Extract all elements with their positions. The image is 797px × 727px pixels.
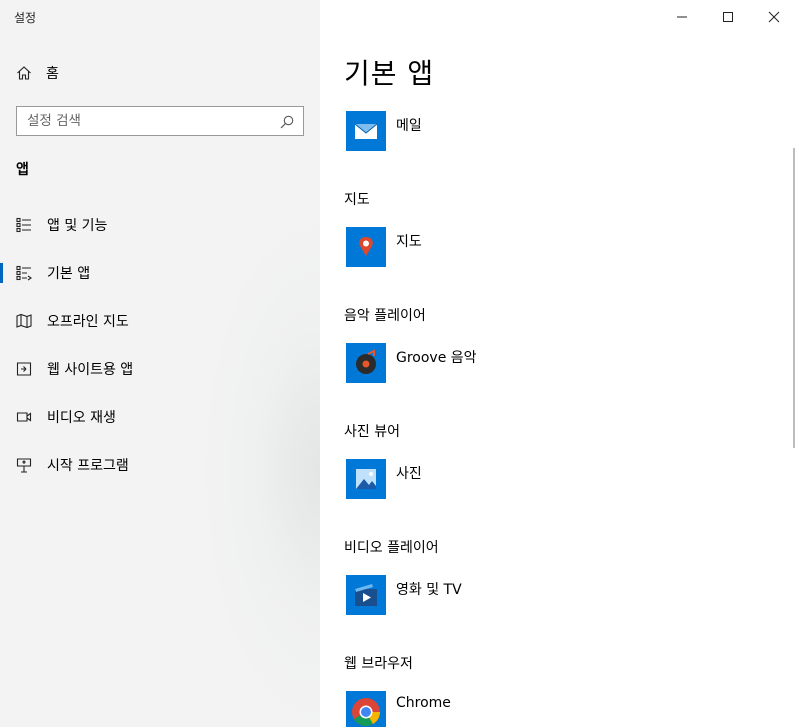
search-icon[interactable] [279, 114, 295, 130]
sidebar-item-label: 오프라인 지도 [47, 314, 129, 330]
scrollbar[interactable] [793, 148, 795, 448]
home-link[interactable]: 홈 [16, 63, 59, 83]
sidebar-item-apps-features[interactable]: 앱 및 기능 [0, 201, 320, 249]
app-label: Chrome [396, 695, 451, 711]
sidebar-item-video-playback[interactable]: 비디오 재생 [0, 393, 320, 441]
app-label: 사진 [396, 466, 422, 482]
window-title: 설정 [14, 11, 37, 25]
home-label: 홈 [46, 66, 59, 82]
group-heading: 웹 브라우저 [344, 656, 413, 672]
chrome-icon [346, 691, 386, 727]
maximize-button[interactable] [705, 0, 751, 34]
app-tile [346, 111, 386, 151]
app-tile [346, 343, 386, 383]
link-out-icon [16, 362, 32, 376]
default-maps-app-button[interactable]: 지도 [346, 227, 422, 267]
group-heading: 음악 플레이어 [344, 308, 426, 324]
app-label: 영화 및 TV [396, 582, 462, 598]
sidebar-item-offline-maps[interactable]: 오프라인 지도 [0, 297, 320, 345]
window-controls [659, 0, 797, 34]
app-label: 메일 [396, 118, 422, 134]
home-icon [17, 66, 31, 80]
sidebar-item-apps-for-websites[interactable]: 웹 사이트용 앱 [0, 345, 320, 393]
video-icon [16, 412, 32, 422]
app-tile [346, 227, 386, 267]
default-browser-app-button[interactable]: Chrome [346, 691, 451, 727]
search-input[interactable] [17, 107, 267, 135]
mail-icon [346, 111, 386, 151]
minimize-icon [677, 16, 687, 18]
page-title: 기본 앱 [344, 57, 435, 90]
maximize-icon [723, 12, 733, 22]
sidebar-item-default-apps[interactable]: 기본 앱 [0, 249, 320, 297]
sidebar-item-label: 웹 사이트용 앱 [47, 362, 134, 378]
group-heading: 사진 뷰어 [344, 424, 400, 440]
list-icon [16, 217, 31, 233]
groove-music-icon [346, 343, 386, 383]
sidebar-item-label: 비디오 재생 [47, 410, 116, 426]
app-label: Groove 음악 [396, 350, 477, 366]
search-box[interactable] [16, 106, 304, 136]
group-heading: 비디오 플레이어 [344, 540, 439, 556]
sidebar-nav: 앱 및 기능 기본 앱 오프라인 지도 웹 사이트용 앱 비디오 재생 시작 프… [0, 201, 320, 489]
default-photo-app-button[interactable]: 사진 [346, 459, 422, 499]
sidebar: 설정 홈 앱 앱 및 기능 [0, 0, 320, 727]
startup-icon [16, 458, 32, 473]
photos-icon [346, 459, 386, 499]
maps-pin-icon [346, 227, 386, 267]
default-music-app-button[interactable]: Groove 음악 [346, 343, 477, 383]
sidebar-item-label: 시작 프로그램 [47, 458, 129, 474]
section-title: 앱 [16, 162, 29, 178]
close-icon [768, 11, 780, 23]
default-video-app-button[interactable]: 영화 및 TV [346, 575, 462, 615]
app-tile [346, 459, 386, 499]
map-icon [16, 313, 32, 329]
sidebar-item-label: 기본 앱 [47, 266, 91, 282]
default-mail-app-button[interactable]: 메일 [346, 111, 422, 151]
movies-tv-icon [346, 575, 386, 615]
close-button[interactable] [751, 0, 797, 34]
app-tile [346, 575, 386, 615]
group-heading: 지도 [344, 192, 370, 208]
sidebar-item-label: 앱 및 기능 [47, 218, 108, 234]
minimize-button[interactable] [659, 0, 705, 34]
sidebar-item-startup[interactable]: 시작 프로그램 [0, 441, 320, 489]
app-tile [346, 691, 386, 727]
default-apps-icon [16, 265, 32, 281]
app-label: 지도 [396, 234, 422, 250]
